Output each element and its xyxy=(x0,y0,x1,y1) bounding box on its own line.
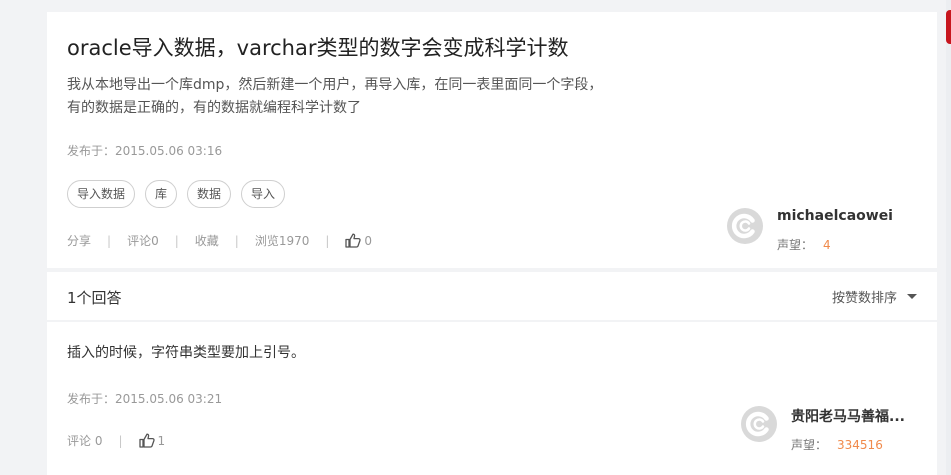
comment-link[interactable]: 评论 0 xyxy=(67,432,102,449)
question-title: oracle导入数据，varchar类型的数字会变成科学计数 xyxy=(67,36,569,60)
avatar[interactable] xyxy=(741,406,777,442)
sort-label: 按赞数排序 xyxy=(831,291,897,306)
author-info: 贵阳老马马善福... 声望： 334516 xyxy=(791,406,905,453)
author-name[interactable]: 贵阳老马马善福... xyxy=(791,406,905,426)
question-publish-time: 发布于：2015.05.06 03:16 xyxy=(67,144,223,158)
author-info: michaelcaowei 声望： 4 xyxy=(777,208,893,253)
question-body-line: 我从本地导出一个库dmp，然后新建一个用户，再导入库，在同一表里面同一个字段， xyxy=(67,77,603,93)
reputation-value: 334516 xyxy=(837,438,883,452)
reputation: 声望： 334516 xyxy=(791,436,905,453)
tag-chip[interactable]: 库 xyxy=(145,180,178,208)
answer-author: 贵阳老马马善福... 声望： 334516 xyxy=(741,406,905,453)
question-body: 我从本地导出一个库dmp，然后新建一个用户，再导入库，在同一表里面同一个字段， … xyxy=(67,74,627,120)
page-edge xyxy=(946,0,951,475)
answer-card: 插入的时候，字符串类型要加上引号。 发布于：2015.05.06 03:21 评… xyxy=(47,322,937,475)
caret-down-icon xyxy=(907,294,917,299)
divider: | xyxy=(118,433,123,448)
answer-count: 1个回答 xyxy=(67,289,122,307)
favorite-link[interactable]: 收藏 xyxy=(195,232,219,249)
like-count: 0 xyxy=(364,233,373,248)
divider: | xyxy=(174,233,179,248)
comment-link[interactable]: 评论0 xyxy=(127,232,159,249)
tag-list: 导入数据 库 数据 导入 xyxy=(67,180,286,208)
floating-red-tab[interactable] xyxy=(946,10,951,44)
tag-chip[interactable]: 数据 xyxy=(187,180,232,208)
answer-actions: 评论 0 | 1 xyxy=(67,432,165,449)
question-card: oracle导入数据，varchar类型的数字会变成科学计数 我从本地导出一个库… xyxy=(47,12,937,268)
question-actions: 分享 | 评论0 | 收藏 | 浏览1970 | 0 xyxy=(67,232,372,249)
tag-chip[interactable]: 导入数据 xyxy=(67,180,136,208)
avatar-c-logo-icon xyxy=(731,213,755,239)
like-button[interactable]: 1 xyxy=(138,433,166,448)
answers-header: 1个回答 按赞数排序 xyxy=(47,272,937,320)
tag-chip[interactable]: 导入 xyxy=(241,180,286,208)
view-count: 浏览1970 xyxy=(254,234,310,248)
reputation: 声望： 4 xyxy=(777,236,893,253)
avatar[interactable] xyxy=(727,208,763,244)
author-name[interactable]: michaelcaowei xyxy=(777,208,893,224)
divider: | xyxy=(325,233,330,248)
divider: | xyxy=(107,233,112,248)
divider: | xyxy=(234,233,239,248)
sort-dropdown[interactable]: 按赞数排序 xyxy=(832,287,917,306)
thumbs-up-icon xyxy=(345,233,362,248)
thumbs-up-icon xyxy=(138,433,155,448)
avatar-c-logo-icon xyxy=(745,411,769,437)
answer-publish-time: 发布于：2015.05.06 03:21 xyxy=(67,392,223,406)
question-body-line: 有的数据是正确的，有的数据就编程科学计数了 xyxy=(67,100,361,116)
share-link[interactable]: 分享 xyxy=(67,232,91,249)
answer-text: 插入的时候，字符串类型要加上引号。 xyxy=(67,345,305,361)
reputation-label: 声望： xyxy=(791,438,828,452)
like-button[interactable]: 0 xyxy=(345,233,372,248)
reputation-value: 4 xyxy=(823,238,831,252)
reputation-label: 声望： xyxy=(777,238,814,252)
question-author: michaelcaowei 声望： 4 xyxy=(727,208,893,253)
like-count: 1 xyxy=(157,433,166,448)
